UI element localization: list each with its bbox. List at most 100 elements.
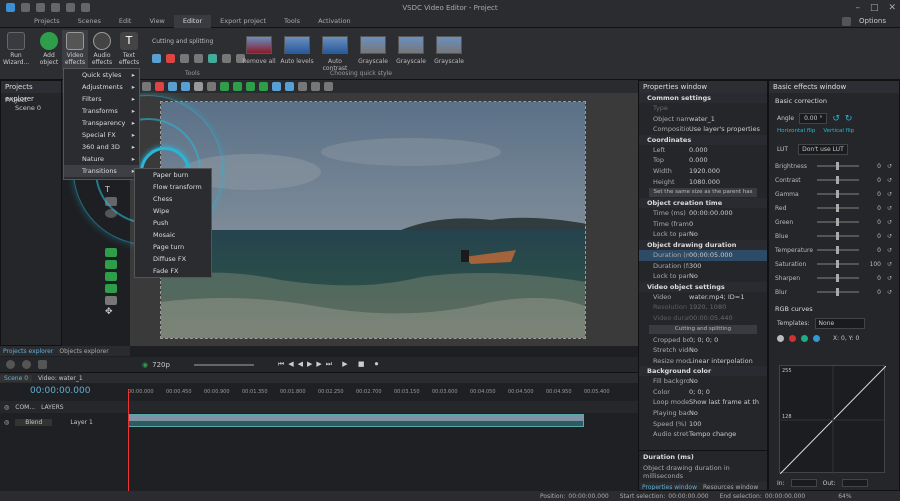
curve-graph[interactable]: 255 128 (779, 365, 887, 475)
slider-track[interactable] (817, 274, 859, 282)
remove-layer-icon[interactable] (21, 360, 31, 369)
property-row[interactable]: Audio stretching mTempo change (639, 429, 767, 440)
property-section-header[interactable]: Common settings (639, 93, 767, 103)
effects-menu-item[interactable]: Transforms ▸ (64, 105, 139, 117)
toolbar-tool-icon[interactable] (180, 82, 190, 91)
transition-item[interactable]: Push (135, 217, 211, 229)
slider-thumb[interactable] (836, 246, 839, 254)
reset-icon[interactable]: ↺ (887, 205, 892, 212)
property-action-button[interactable]: Cutting and splitting (649, 324, 757, 334)
transition-item[interactable]: Page turn (135, 241, 211, 253)
toolbar-tool-icon[interactable] (271, 82, 281, 91)
effect-slider-row[interactable]: Gamma 0 ↺ (775, 187, 893, 201)
property-row[interactable]: Width 1920.000 (639, 166, 767, 177)
menu-edit[interactable]: Edit (110, 15, 141, 28)
slider-track[interactable] (817, 162, 859, 170)
audio-tool-icon[interactable] (105, 272, 117, 281)
toolbar-tool-icon[interactable] (284, 82, 294, 91)
reset-icon[interactable]: ↺ (887, 261, 892, 268)
rotate-icon[interactable] (193, 54, 203, 63)
effect-slider-row[interactable]: Green 0 ↺ (775, 215, 893, 229)
slider-thumb[interactable] (836, 162, 839, 170)
slider-track[interactable] (817, 246, 859, 254)
property-row[interactable]: Resolution 1920, 1080 (639, 302, 767, 313)
effect-slider-row[interactable]: Contrast 0 ↺ (775, 173, 893, 187)
property-row[interactable]: Playing backwardsNo (639, 408, 767, 419)
curve-channel-green[interactable] (801, 335, 808, 342)
settings-gear-icon[interactable] (842, 16, 852, 26)
run-wizard-button[interactable]: Run Wizard... (3, 32, 29, 66)
tab-properties-window[interactable]: Properties window (639, 484, 700, 491)
property-section-header[interactable]: Background color (639, 366, 767, 377)
cut-icon[interactable] (151, 54, 161, 63)
effect-slider-row[interactable]: Blur 0 ↺ (775, 285, 893, 299)
quick-style-thumb[interactable] (322, 36, 348, 54)
options-label[interactable]: Options (859, 17, 886, 25)
slider-thumb[interactable] (836, 274, 839, 282)
toolbar-tool-icon[interactable] (232, 82, 242, 91)
resize-icon[interactable] (221, 54, 231, 63)
lut-select[interactable]: Don't use LUT (798, 144, 848, 155)
layer-visibility-icon[interactable]: ◎ (4, 419, 9, 426)
minimize-icon[interactable]: – (855, 3, 860, 13)
menu-export-project[interactable]: Export project (211, 15, 275, 28)
property-section-header[interactable]: Object creation time (639, 198, 767, 209)
tab-scene[interactable]: Scene 0 (0, 374, 33, 382)
curve-channel-blue[interactable] (813, 335, 820, 342)
slider-track[interactable] (817, 288, 859, 296)
transition-item[interactable]: Flow transform (135, 181, 211, 193)
menu-projects[interactable]: Projects (25, 15, 69, 28)
slider-track[interactable] (817, 190, 859, 198)
property-row[interactable]: Time (frame)0 (639, 219, 767, 230)
video-effects-button[interactable]: Video effects (62, 30, 88, 70)
property-row[interactable]: Duration (ms)00:00:05.000 (639, 249, 767, 261)
menu-view[interactable]: View (140, 15, 173, 28)
slider-thumb[interactable] (836, 288, 839, 296)
playhead[interactable] (128, 389, 129, 492)
crop-icon[interactable] (179, 54, 189, 63)
property-section-header[interactable]: Object drawing duration (639, 239, 767, 250)
blend-mode-select[interactable]: Blend (15, 418, 53, 426)
slider-thumb[interactable] (836, 232, 839, 240)
reset-icon[interactable]: ↺ (887, 163, 892, 170)
toolbar-tool-icon[interactable] (258, 82, 268, 91)
visibility-icon[interactable]: ◎ (4, 404, 9, 411)
property-section-header[interactable]: Coordinates (639, 134, 767, 145)
save-icon[interactable] (50, 3, 60, 12)
sprite-tool-icon[interactable] (105, 296, 117, 305)
transition-item[interactable]: Mosaic (135, 229, 211, 241)
menu-tools[interactable]: Tools (275, 15, 309, 28)
volume-slider[interactable] (193, 363, 254, 366)
slider-thumb[interactable] (836, 260, 839, 268)
transition-item[interactable]: Chess (135, 193, 211, 205)
pointer-icon[interactable] (207, 54, 217, 63)
property-row[interactable]: Video duration00:00:05.440 (639, 313, 767, 324)
slider-thumb[interactable] (836, 218, 839, 226)
toolbar-tool-icon[interactable] (219, 82, 229, 91)
curve-channel-red[interactable] (789, 335, 796, 342)
menu-scenes[interactable]: Scenes (69, 15, 110, 28)
toolbar-tool-icon[interactable] (206, 82, 216, 91)
maximize-icon[interactable]: □ (870, 3, 879, 13)
text-effects-button[interactable]: T Text effects (116, 32, 142, 66)
video-tool-icon[interactable] (105, 260, 117, 269)
tab-objects-explorer[interactable]: Objects explorer (56, 348, 111, 355)
property-row[interactable]: Duration (frame300 (639, 261, 767, 272)
reset-icon[interactable]: ↺ (887, 247, 892, 254)
slider-thumb[interactable] (836, 190, 839, 198)
quick-style-thumb[interactable] (246, 36, 272, 54)
property-row[interactable]: Object namewater_1 (639, 114, 767, 125)
tab-projects-explorer[interactable]: Projects explorer (0, 348, 56, 355)
toolbar-tool-icon[interactable] (245, 82, 255, 91)
property-row[interactable]: Cropped borders0; 0; 0; 0 (639, 335, 767, 346)
property-row[interactable]: Composition modUse layer's properties (639, 124, 767, 135)
effect-slider-row[interactable]: Red 0 ↺ (775, 201, 893, 215)
image-tool-icon[interactable] (105, 248, 117, 257)
slider-thumb[interactable] (836, 176, 839, 184)
effects-menu-item[interactable]: Filters ▸ (64, 93, 139, 105)
effect-slider-row[interactable]: Sharpen 0 ↺ (775, 271, 893, 285)
basic-correction-header[interactable]: Basic correction (769, 93, 899, 109)
open-folder-icon[interactable] (35, 3, 45, 12)
property-row[interactable]: Time (ms) 00:00:00.000 (639, 208, 767, 219)
rgb-curves-header[interactable]: RGB curves (769, 299, 899, 316)
